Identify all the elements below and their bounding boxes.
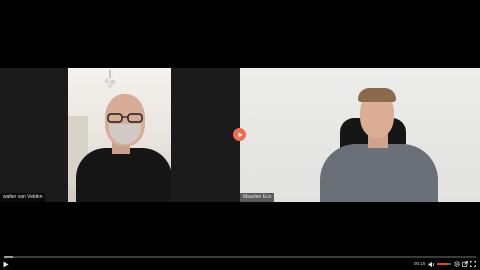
participant-figure xyxy=(76,148,171,202)
volume-fill xyxy=(437,263,449,265)
participant-name-label: Maarten Eco xyxy=(240,193,275,202)
ceiling-lamp xyxy=(104,70,116,89)
participant-name-label: walter van Velden xyxy=(0,193,46,202)
volume-icon xyxy=(428,261,434,267)
participant-video xyxy=(240,68,480,202)
time-display: 00:15 xyxy=(414,261,426,266)
settings-icon xyxy=(454,261,460,267)
participant-video xyxy=(68,68,171,202)
player-controls: 00:15 xyxy=(0,256,480,270)
play-button[interactable] xyxy=(3,260,9,268)
settings-button[interactable] xyxy=(454,260,460,268)
video-tile-left: walter van Velden xyxy=(0,68,240,202)
play-icon xyxy=(238,132,242,137)
fullscreen-icon xyxy=(470,261,476,267)
play-icon xyxy=(3,261,9,267)
video-tile-right: Maarten Eco xyxy=(240,68,480,202)
participant-figure xyxy=(320,144,438,202)
external-link-icon xyxy=(462,261,468,267)
progress-bar[interactable] xyxy=(4,256,476,258)
external-link-button[interactable] xyxy=(462,260,468,268)
volume-slider[interactable] xyxy=(437,263,451,265)
progress-fill xyxy=(4,256,14,258)
volume-button[interactable] xyxy=(428,260,435,268)
center-play-button[interactable] xyxy=(233,128,246,141)
fullscreen-button[interactable] xyxy=(470,260,476,268)
